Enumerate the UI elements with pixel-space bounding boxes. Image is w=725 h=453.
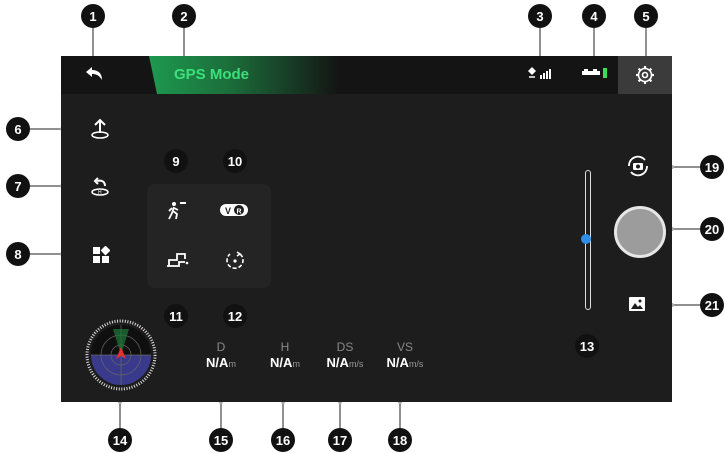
callout-marker: 10 xyxy=(223,149,247,173)
telemetry-distance: D N/Am xyxy=(196,340,246,370)
follow-me-button[interactable] xyxy=(165,198,189,222)
callout-number: 11 xyxy=(169,308,183,324)
vertical-speed-value: N/A xyxy=(386,355,409,370)
callout-number: 18 xyxy=(392,432,408,448)
shutter-button[interactable] xyxy=(614,206,666,258)
callout-marker: 5 xyxy=(634,4,658,28)
telemetry-value: N/Am/s xyxy=(374,355,436,370)
callout-number: 7 xyxy=(14,178,22,194)
horizontal-speed-value: N/A xyxy=(326,355,349,370)
callout-number: 4 xyxy=(590,8,598,24)
orbit-button[interactable] xyxy=(224,249,246,271)
callout-number: 5 xyxy=(642,8,650,24)
height-unit: m xyxy=(292,359,300,369)
takeoff-button[interactable] xyxy=(88,117,112,141)
distance-value: N/A xyxy=(206,355,229,370)
svg-text:V: V xyxy=(225,206,231,216)
waypoint-icon xyxy=(167,253,189,267)
back-arrow-icon xyxy=(86,67,102,80)
camera-switch-icon xyxy=(628,155,648,177)
callout-number: 19 xyxy=(704,159,720,175)
callout-marker: 11 xyxy=(164,304,188,328)
callout-number: 15 xyxy=(213,432,229,448)
callout-marker: 18 xyxy=(388,428,412,452)
return-home-button[interactable]: H xyxy=(88,175,112,199)
gps-signal-icon xyxy=(528,67,551,79)
callout-number: 1 xyxy=(89,8,97,24)
gear-icon xyxy=(636,66,654,84)
battery-icon xyxy=(582,68,607,78)
back-button[interactable] xyxy=(83,65,105,83)
callout-marker: 14 xyxy=(108,428,132,452)
callout-marker: 4 xyxy=(582,4,606,28)
gps-signal-indicator xyxy=(526,66,552,80)
album-button[interactable] xyxy=(626,294,648,314)
callout-number: 2 xyxy=(180,8,188,24)
callout-number: 12 xyxy=(227,308,243,324)
album-icon xyxy=(629,297,645,311)
distance-unit: m xyxy=(228,359,236,369)
callout-marker: 17 xyxy=(328,428,352,452)
callout-number: 21 xyxy=(704,297,720,313)
callout-number: 13 xyxy=(579,338,595,354)
telemetry-value: N/Am xyxy=(196,355,246,370)
callout-marker: 8 xyxy=(6,242,30,266)
telemetry-height: H N/Am xyxy=(260,340,310,370)
callout-number: 10 xyxy=(227,153,243,169)
telemetry-label: DS xyxy=(336,340,354,354)
callout-marker: 6 xyxy=(6,117,30,141)
telemetry-vertical-speed: VS N/Am/s xyxy=(374,340,436,370)
takeoff-icon xyxy=(91,118,109,139)
callout-number: 8 xyxy=(14,246,22,262)
horizontal-speed-unit: m/s xyxy=(348,359,364,369)
flight-mode-label: GPS Mode xyxy=(174,66,250,83)
callout-number: 20 xyxy=(704,221,720,237)
callout-marker: 1 xyxy=(81,4,105,28)
vertical-speed-unit: m/s xyxy=(408,359,424,369)
callout-marker: 12 xyxy=(223,304,247,328)
telemetry-value: N/Am xyxy=(260,355,310,370)
battery-indicator xyxy=(581,67,611,79)
callout-marker: 3 xyxy=(528,4,552,28)
more-functions-button[interactable] xyxy=(91,245,111,265)
callout-marker: 9 xyxy=(164,149,188,173)
callout-number: 16 xyxy=(275,432,291,448)
settings-button[interactable] xyxy=(618,56,672,94)
callout-marker: 2 xyxy=(172,4,196,28)
svg-text:R: R xyxy=(237,209,242,216)
telemetry-horizontal-speed: DS N/Am/s xyxy=(314,340,376,370)
callout-marker: 7 xyxy=(6,174,30,198)
zoom-slider-handle[interactable] xyxy=(581,234,591,244)
callout-number: 14 xyxy=(112,432,128,448)
callout-marker: 16 xyxy=(271,428,295,452)
callout-marker: 21 xyxy=(700,293,724,317)
callout-number: 6 xyxy=(14,121,22,137)
callout-marker: 19 xyxy=(700,155,724,179)
telemetry-label: VS xyxy=(396,340,413,354)
orbit-icon xyxy=(226,251,244,269)
waypoint-button[interactable] xyxy=(164,250,190,270)
return-home-icon: H xyxy=(91,177,109,196)
telemetry-value: N/Am/s xyxy=(314,355,376,370)
follow-me-icon xyxy=(168,202,186,220)
vr-icon: V R xyxy=(220,204,248,216)
svg-text:H: H xyxy=(98,190,102,196)
callout-number: 9 xyxy=(172,153,180,169)
callout-number: 17 xyxy=(332,432,348,448)
attitude-indicator-icon xyxy=(85,319,157,391)
apps-grid-icon xyxy=(93,246,110,263)
vr-button[interactable]: V R xyxy=(219,203,249,217)
telemetry-label: D xyxy=(216,340,226,354)
flight-mode-banner[interactable]: GPS Mode xyxy=(149,56,339,94)
height-value: N/A xyxy=(270,355,293,370)
attitude-indicator xyxy=(84,318,158,392)
callout-marker: 20 xyxy=(700,217,724,241)
callout-marker: 13 xyxy=(575,334,599,358)
callout-number: 3 xyxy=(536,8,544,24)
callout-marker: 15 xyxy=(209,428,233,452)
camera-switch-button[interactable] xyxy=(624,153,652,179)
telemetry-label: H xyxy=(280,340,290,354)
